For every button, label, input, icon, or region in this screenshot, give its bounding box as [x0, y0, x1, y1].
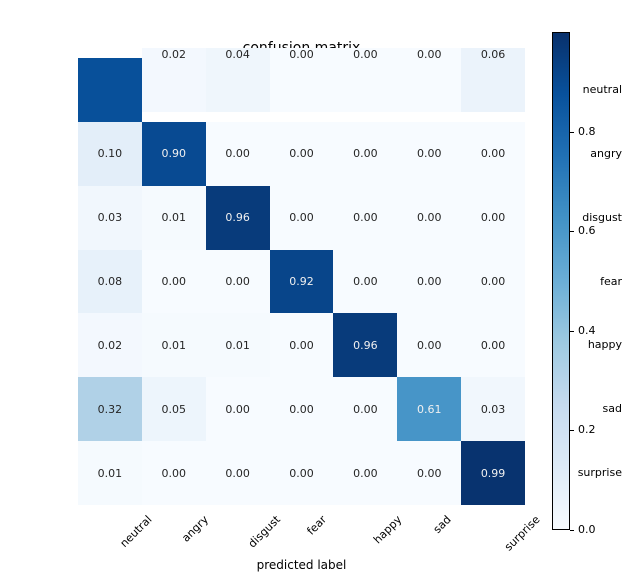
confusion-matrix-figure: confusion matrix 0.020.040.000.000.000.0… [0, 0, 622, 581]
colorbar-tick-label: 0.6 [578, 224, 596, 237]
heatmap-cell: 0.01 [142, 186, 206, 250]
x-tick-label: surprise [502, 513, 543, 554]
heatmap-cell: 0.96 [206, 186, 270, 250]
heatmap-cell: 0.04 [206, 48, 270, 112]
heatmap-cell: 0.00 [270, 441, 334, 505]
heatmap-cell: 0.00 [333, 377, 397, 441]
x-tick-label: sad [431, 513, 454, 536]
heatmap-grid: 0.020.040.000.000.000.060.100.900.000.00… [78, 58, 525, 505]
x-tick-label: angry [179, 513, 211, 545]
heatmap-cell: 0.05 [142, 377, 206, 441]
heatmap-cell: 0.00 [142, 250, 206, 314]
heatmap-cell: 0.01 [78, 441, 142, 505]
heatmap-cell: 0.00 [333, 48, 397, 112]
heatmap-cell: 0.01 [206, 313, 270, 377]
heatmap-cell: 0.00 [333, 441, 397, 505]
heatmap-cell: 0.00 [333, 122, 397, 186]
heatmap-cell: 0.02 [142, 48, 206, 112]
colorbar-tick-label: 0.2 [578, 423, 596, 436]
heatmap-cell: 0.03 [461, 377, 525, 441]
heatmap-cell: 0.00 [397, 250, 461, 314]
heatmap-cell: 0.92 [270, 250, 334, 314]
heatmap-cell: 0.00 [397, 313, 461, 377]
heatmap-cell: 0.00 [206, 441, 270, 505]
x-axis-label: predicted label [78, 558, 525, 572]
heatmap-cell: 0.00 [397, 441, 461, 505]
colorbar: 0.00.20.40.60.8 [552, 32, 620, 530]
heatmap-cell: 0.00 [333, 250, 397, 314]
heatmap-cell: 0.00 [270, 377, 334, 441]
colorbar-tick [570, 231, 574, 232]
heatmap-cell: 0.96 [333, 313, 397, 377]
heatmap-cell: 0.10 [78, 122, 142, 186]
x-tick-label: fear [304, 513, 329, 538]
heatmap-cell: 0.00 [142, 441, 206, 505]
colorbar-tick [570, 331, 574, 332]
heatmap-cell: 0.90 [142, 122, 206, 186]
heatmap-cell: 0.01 [142, 313, 206, 377]
heatmap-cell: 0.03 [78, 186, 142, 250]
heatmap-cell: 0.00 [270, 48, 334, 112]
heatmap-cell: 0.00 [461, 313, 525, 377]
heatmap-cell: 0.00 [206, 122, 270, 186]
colorbar-tick [570, 132, 574, 133]
heatmap-cell: 0.00 [397, 122, 461, 186]
heatmap-cell: 0.99 [461, 441, 525, 505]
x-tick-label: disgust [245, 513, 282, 550]
colorbar-tick-label: 0.4 [578, 324, 596, 337]
heatmap-cell: 0.00 [461, 122, 525, 186]
heatmap-cell: 0.00 [461, 250, 525, 314]
heatmap-cell: 0.00 [270, 313, 334, 377]
colorbar-tick [570, 430, 574, 431]
heatmap-cell: 0.00 [397, 48, 461, 112]
heatmap-cell: 0.00 [270, 186, 334, 250]
colorbar-tick-label: 0.0 [578, 523, 596, 536]
heatmap-cell: 0.06 [461, 48, 525, 112]
x-tick-label: happy [371, 513, 404, 546]
heatmap-cell: 0.02 [78, 313, 142, 377]
colorbar-tick-label: 0.8 [578, 125, 596, 138]
heatmap-cell: 0.00 [333, 186, 397, 250]
heatmap-cell: 0.00 [461, 186, 525, 250]
heatmap-cell: 0.00 [397, 186, 461, 250]
heatmap-cell: 0.61 [397, 377, 461, 441]
heatmap-cell: 0.00 [206, 250, 270, 314]
heatmap-cell: 0.08 [78, 250, 142, 314]
colorbar-tick [570, 530, 574, 531]
heatmap-cell: 0.32 [78, 377, 142, 441]
heatmap-cell: 0.00 [206, 377, 270, 441]
x-tick-label: neutral [117, 513, 154, 550]
colorbar-outline [552, 32, 570, 530]
heatmap-cell: 0.00 [270, 122, 334, 186]
heatmap-cell [78, 58, 142, 122]
